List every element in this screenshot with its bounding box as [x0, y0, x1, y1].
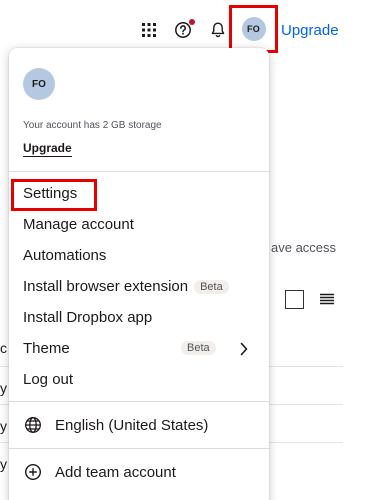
menu-item-settings[interactable]: Settings	[9, 178, 269, 211]
account-avatar-button[interactable]: FO	[229, 5, 278, 53]
menu-list: Settings Manage account Automations Inst…	[9, 172, 269, 401]
select-all-checkbox[interactable]	[285, 290, 304, 309]
language-selector[interactable]: English (United States)	[9, 402, 269, 448]
language-label: English (United States)	[55, 416, 209, 434]
account-menu: FO Your account has 2 GB storage Upgrade…	[9, 48, 269, 500]
row-text: y	[0, 380, 7, 396]
row-text: y	[0, 456, 7, 472]
notification-dot	[189, 19, 195, 25]
upgrade-button[interactable]: Upgrade	[23, 141, 72, 157]
menu-item-install-dropbox-app[interactable]: Install Dropbox app	[9, 302, 269, 333]
menu-item-label: Install Dropbox app	[23, 309, 153, 326]
help-icon[interactable]	[167, 14, 199, 46]
menu-item-theme[interactable]: Theme Beta	[9, 333, 269, 364]
menu-item-label: Theme	[23, 340, 70, 357]
menu-item-label: Automations	[23, 247, 107, 264]
menu-item-log-out[interactable]: Log out	[9, 364, 269, 395]
add-team-account-button[interactable]: Add team account	[9, 449, 269, 495]
beta-badge: Beta	[181, 341, 216, 355]
row-text: y	[0, 418, 7, 434]
menu-item-label: Log out	[23, 371, 74, 388]
row-text: c	[0, 340, 7, 356]
menu-item-label: Install browser extension	[23, 278, 189, 295]
upgrade-link[interactable]: Upgrade	[281, 22, 339, 39]
access-text: ave access	[271, 240, 337, 255]
add-team-label: Add team account	[55, 463, 176, 481]
beta-badge: Beta	[194, 279, 229, 294]
avatar: FO	[23, 68, 55, 100]
menu-item-label: Settings	[23, 185, 78, 202]
globe-icon	[23, 415, 43, 435]
avatar: FO	[241, 17, 266, 41]
menu-item-label: Manage account	[23, 216, 134, 233]
list-view-icon[interactable]	[320, 292, 334, 310]
account-summary: FO Your account has 2 GB storage Upgrade	[9, 48, 269, 171]
storage-text: Your account has 2 GB storage	[23, 120, 162, 131]
plus-circle-icon	[23, 462, 43, 482]
menu-item-automations[interactable]: Automations	[9, 240, 269, 271]
apps-grid-icon[interactable]	[133, 14, 165, 46]
menu-item-manage-account[interactable]: Manage account	[9, 209, 269, 240]
menu-item-install-browser-extension[interactable]: Install browser extension Beta	[9, 271, 269, 302]
chevron-right-icon	[239, 342, 249, 360]
